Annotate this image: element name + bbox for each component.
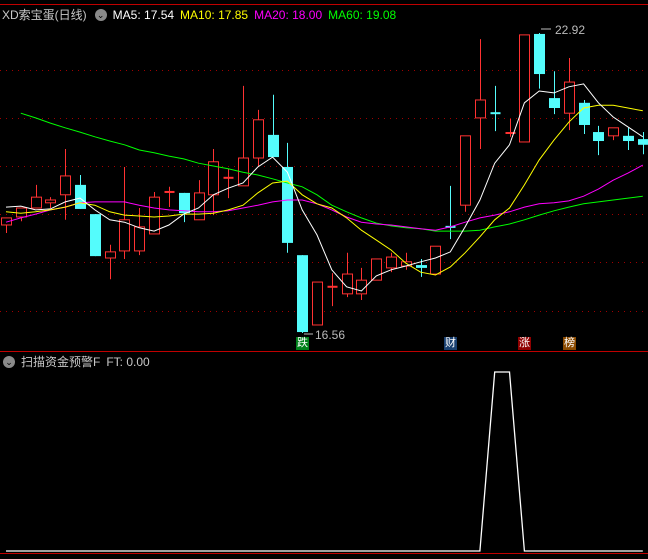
candle-body <box>608 127 619 137</box>
candle-body <box>268 134 279 158</box>
candle <box>430 245 441 275</box>
candle-body <box>519 34 530 143</box>
candle-body <box>638 139 648 145</box>
candle <box>564 58 575 131</box>
candle <box>60 149 71 220</box>
candle-body <box>371 258 382 281</box>
candle-body <box>105 251 116 259</box>
candle-body <box>416 265 427 268</box>
candle-body <box>45 199 56 204</box>
candle-body <box>149 196 160 235</box>
candle <box>534 33 545 89</box>
candle <box>223 168 234 199</box>
candle <box>45 197 56 208</box>
ma60-value: MA60: 19.08 <box>328 7 397 22</box>
candle-body <box>282 166 293 243</box>
signal-badge: 榜 <box>563 337 576 350</box>
candle <box>371 258 382 281</box>
candle-body <box>460 135 471 206</box>
signal-badge: 跌 <box>296 337 309 350</box>
candle-body <box>579 102 590 125</box>
indicator-line <box>6 371 643 552</box>
candle-body <box>60 175 71 196</box>
candle-body <box>475 99 486 119</box>
candle-body <box>253 119 264 159</box>
ma-lines <box>5 83 644 292</box>
candle <box>31 184 42 209</box>
candle <box>312 281 323 326</box>
candle-body <box>75 184 86 209</box>
candles <box>1 33 648 333</box>
ft-line <box>6 371 643 552</box>
ma10-line <box>5 104 643 276</box>
candle <box>608 127 619 141</box>
candle <box>208 149 219 216</box>
candle <box>268 94 279 158</box>
kline-chart[interactable]: 22.92 16.56 <box>0 0 648 559</box>
candle <box>134 208 145 256</box>
candle-body <box>31 196 42 209</box>
candle <box>342 252 353 298</box>
candle-body <box>312 281 323 326</box>
candle-body <box>297 255 308 333</box>
indicator-header: ⌄ 扫描资金预警F FT: 0.00 <box>2 353 150 370</box>
ma5-value: MA5: 17.54 <box>112 7 175 22</box>
candle <box>356 267 367 300</box>
ma20-line <box>5 164 644 231</box>
candle-body <box>593 132 604 142</box>
ma20-value: MA20: 18.00 <box>254 7 323 22</box>
main-chart-header: XD索宝蛋(日线) ⌄ MA5: 17.54 MA10: 17.85 MA20:… <box>2 6 402 23</box>
candle-body <box>386 256 397 269</box>
candle <box>238 85 249 187</box>
signal-badge: 涨 <box>518 337 531 350</box>
candle <box>149 191 160 235</box>
candle <box>179 192 190 223</box>
candle-body <box>534 33 545 75</box>
candle <box>505 118 516 137</box>
indicator-value: FT: 0.00 <box>106 354 150 369</box>
low-price-label: 16.56 <box>315 328 345 342</box>
candle <box>327 273 338 307</box>
chevron-down-icon[interactable]: ⌄ <box>94 8 107 21</box>
candle <box>593 125 604 156</box>
indicator-title: 扫描资金预警F <box>21 355 101 369</box>
candle <box>475 39 486 150</box>
candle <box>490 85 501 132</box>
candle <box>282 142 293 253</box>
candle <box>90 214 101 257</box>
chevron-down-icon[interactable]: ⌄ <box>3 355 15 368</box>
ma10-value: MA10: 17.85 <box>180 7 249 22</box>
candle <box>460 135 471 212</box>
candle <box>253 109 264 167</box>
candle <box>119 166 130 259</box>
candle-body <box>623 135 634 142</box>
stock-title: XD索宝蛋(日线) <box>2 8 87 22</box>
candle-body <box>430 245 441 275</box>
candle-body <box>549 98 560 108</box>
candle <box>579 99 590 134</box>
ma60-line <box>20 112 643 232</box>
candle-body <box>194 192 205 221</box>
panel-borders <box>0 4 648 554</box>
candle <box>519 34 530 143</box>
signal-badge: 财 <box>444 337 457 350</box>
high-price-label: 22.92 <box>555 23 585 37</box>
candle <box>297 255 308 333</box>
candle <box>623 127 634 150</box>
candle-body <box>119 219 130 252</box>
candle-body <box>90 214 101 257</box>
candle-body <box>134 226 145 252</box>
candle <box>1 217 12 233</box>
candle <box>164 186 175 208</box>
ma5-line <box>5 83 644 292</box>
candle <box>638 132 648 155</box>
